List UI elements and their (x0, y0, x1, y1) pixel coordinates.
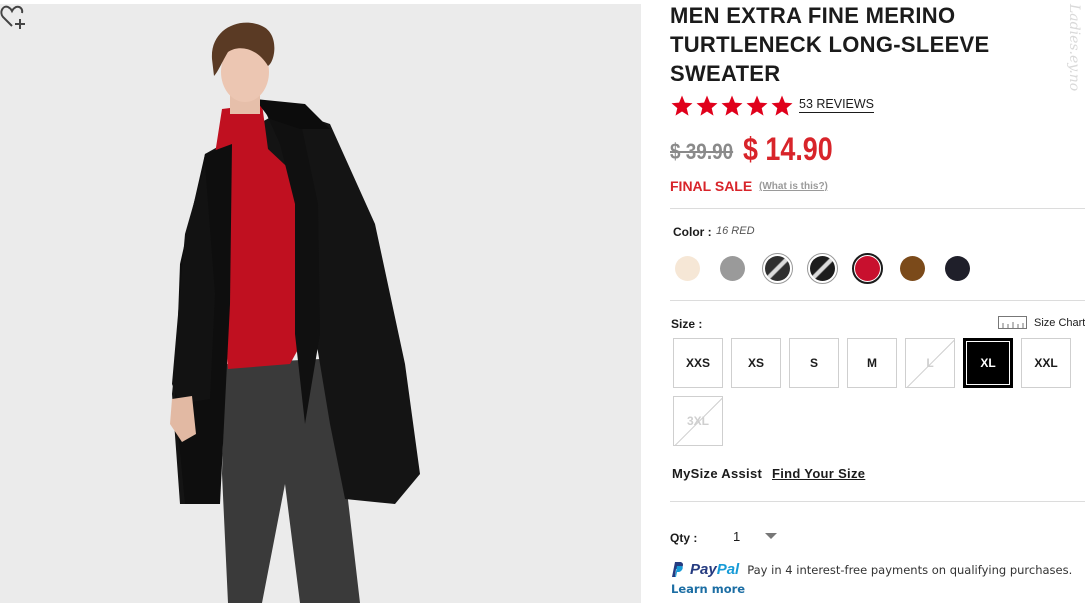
paypal-note: Pay in 4 interest-free payments on quali… (747, 562, 1073, 577)
color-swatch-charcoal-stripe[interactable] (762, 253, 793, 284)
star-icon (721, 95, 743, 116)
color-label: Color : (673, 225, 712, 239)
color-swatch-fill (810, 256, 835, 281)
sale-price: $ 14.90 (743, 131, 833, 167)
color-swatch-gray[interactable] (717, 253, 748, 284)
color-swatch-cream[interactable] (672, 253, 703, 284)
color-swatch-fill (765, 256, 790, 281)
size-option-label: XXS (685, 356, 710, 370)
size-option-l[interactable]: L (905, 338, 955, 388)
size-chart-link[interactable]: Size Chart (998, 316, 1085, 329)
product-title: MEN EXTRA FINE MERINO TURTLENECK LONG-SL… (670, 3, 990, 86)
color-swatch-fill (720, 256, 745, 281)
mysize-assist-label: MySize Assist (672, 466, 763, 481)
color-swatch-black-stripe[interactable] (807, 253, 838, 284)
size-chart-label: Size Chart (1034, 316, 1085, 329)
divider (670, 300, 1085, 301)
watermark: Ladies.ey.no (1066, 4, 1082, 92)
color-selected-value: 16 RED (716, 225, 755, 237)
color-swatch-navy[interactable] (942, 253, 973, 284)
size-option-xl[interactable]: XL (963, 338, 1013, 388)
quantity-label: Qty : (670, 531, 698, 545)
paypal-logo-icon (672, 562, 683, 577)
size-option-xs[interactable]: XS (731, 338, 781, 388)
color-swatch-fill (855, 256, 880, 281)
ruler-icon (998, 316, 1027, 329)
star-icon (746, 95, 768, 116)
original-price: $ 39.90 (670, 139, 734, 164)
size-label: Size : (671, 317, 703, 331)
size-option-label: 3XL (686, 414, 709, 428)
color-swatch-brown[interactable] (897, 253, 928, 284)
reviews-link[interactable]: 53 REVIEWS (799, 97, 875, 113)
divider (670, 208, 1085, 209)
add-to-wishlist-heart-icon[interactable] (0, 4, 28, 30)
size-option-label: XL (980, 356, 996, 370)
model-illustration (170, 22, 420, 603)
size-option-label: S (809, 356, 818, 370)
star-icon (696, 95, 718, 116)
size-option-m[interactable]: M (847, 338, 897, 388)
star-icon (771, 95, 793, 116)
size-option-label: M (867, 356, 877, 370)
find-your-size-link[interactable]: Find Your Size (772, 466, 865, 481)
final-sale-label: FINAL SALE (670, 178, 753, 194)
size-option-label: XS (747, 356, 764, 370)
color-swatch-fill (900, 256, 925, 281)
rating-stars (670, 94, 794, 118)
quantity-select[interactable]: 1 (725, 525, 781, 547)
size-option-xxl[interactable]: XXL (1021, 338, 1071, 388)
paypal-wordmark: PayPal (690, 561, 740, 578)
chevron-down-icon (765, 533, 777, 539)
learn-more-link[interactable]: Learn more (671, 582, 745, 596)
divider (670, 501, 1085, 502)
color-swatch-red[interactable] (852, 253, 883, 284)
size-option-3xl[interactable]: 3XL (673, 396, 723, 446)
paypal-banner: PayPal Pay in 4 interest-free payments o… (670, 561, 1072, 578)
color-swatch-fill (945, 256, 970, 281)
star-icon (671, 95, 693, 116)
size-option-xxs[interactable]: XXS (673, 338, 723, 388)
size-option-s[interactable]: S (789, 338, 839, 388)
final-sale-help-link[interactable]: (What is this?) (759, 181, 828, 192)
size-option-label: L (926, 356, 934, 370)
product-details-panel: MEN EXTRA FINE MERINO TURTLENECK LONG-SL… (670, 0, 1085, 603)
product-image[interactable] (0, 4, 641, 603)
color-swatches (672, 253, 973, 284)
size-option-label: XXL (1034, 356, 1058, 370)
color-swatch-fill (675, 256, 700, 281)
quantity-value: 1 (733, 528, 741, 544)
